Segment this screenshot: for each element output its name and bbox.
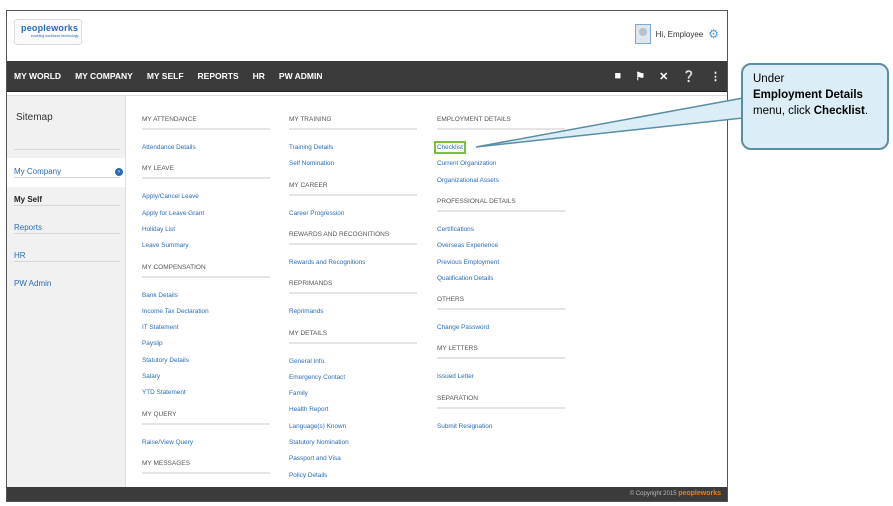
callout-pre: Under <box>753 73 785 85</box>
callout-bold-item: Checklist <box>813 105 865 117</box>
callout-bold-menu: Employment Details <box>753 89 863 101</box>
instruction-callout: Under Employment Details menu, click Chec… <box>741 63 889 150</box>
callout-post: . <box>864 105 869 117</box>
callout-text: Under Employment Details menu, click Chec… <box>753 71 877 119</box>
callout-mid: menu, click <box>753 105 811 117</box>
